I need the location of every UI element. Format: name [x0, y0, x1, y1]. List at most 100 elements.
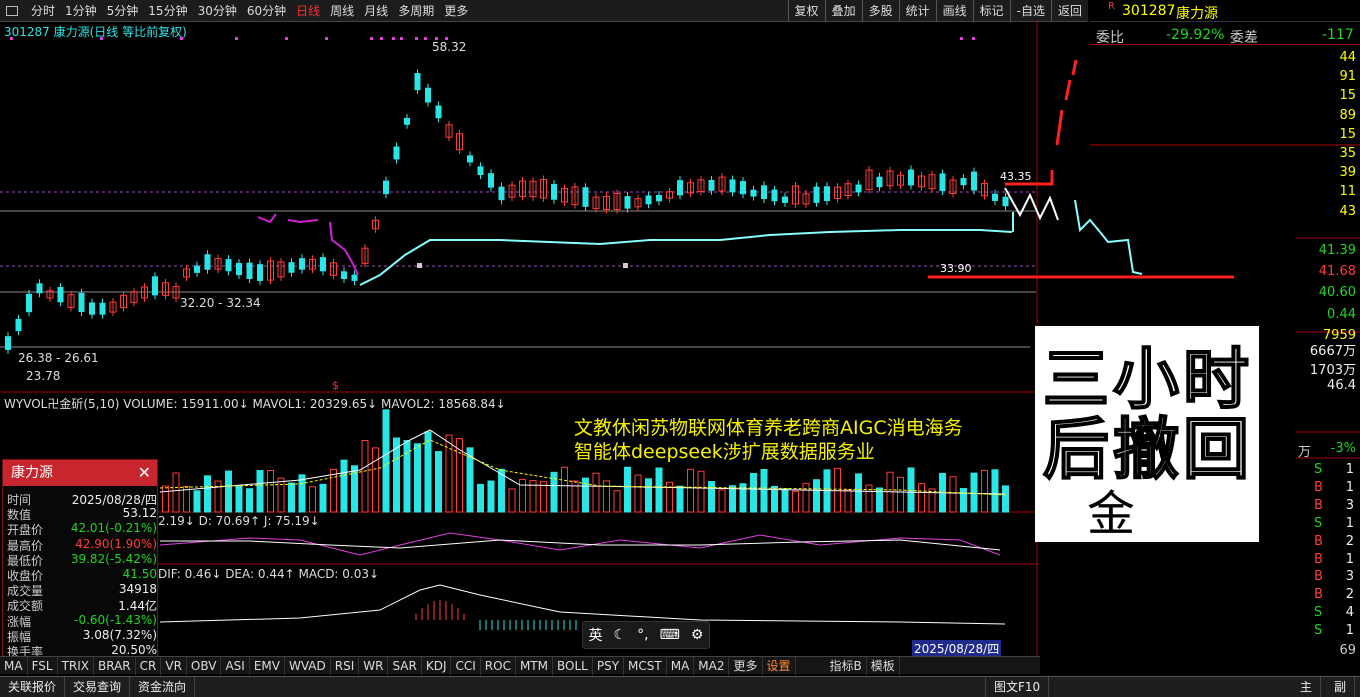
f10-button[interactable]: 图文F10	[985, 676, 1050, 697]
indicator-tab[interactable]: ROC	[481, 656, 516, 675]
volume-bar	[477, 483, 484, 513]
volume-bar	[855, 473, 862, 513]
indicator-tab[interactable]: 设置	[763, 656, 796, 675]
ime-lang[interactable]: 英	[589, 625, 603, 645]
indicator-tab[interactable]: BOLL	[553, 656, 593, 675]
volume-bar	[897, 476, 904, 513]
candle-body	[204, 254, 211, 270]
marker-dot	[235, 37, 238, 40]
volume-bar	[960, 487, 967, 513]
indicator-tab[interactable]: MTM	[516, 656, 553, 675]
candle-body	[414, 73, 421, 91]
range-label-a: 26.38 - 26.61	[18, 351, 99, 365]
indicator-tab[interactable]: SAR	[388, 656, 422, 675]
volume-bar	[645, 478, 652, 513]
trade-qty: 3	[1345, 569, 1354, 585]
indicator-tab[interactable]: PSY	[593, 656, 625, 675]
keyboard-icon[interactable]: ⌨	[660, 627, 680, 643]
volume-bar	[949, 476, 957, 513]
candle-body	[89, 302, 95, 315]
indicator-tab[interactable]: MA	[667, 656, 695, 675]
popup-title: 康力源	[11, 465, 53, 481]
status-button[interactable]: 关联报价	[0, 676, 66, 697]
candle-body	[320, 257, 326, 272]
candle-body	[992, 193, 998, 201]
indicator-tab[interactable]: MCST	[624, 656, 667, 675]
indicator-tab[interactable]: KDJ	[422, 656, 452, 675]
candle-body	[404, 117, 410, 125]
volume-bar	[246, 488, 253, 513]
indicator-tab[interactable]: 指标B	[826, 656, 867, 675]
trade-side: B	[1314, 497, 1323, 513]
order-book-qty: 43	[1339, 203, 1356, 219]
ma-line	[359, 229, 1013, 286]
volume-bar	[834, 467, 841, 513]
candle-body	[78, 292, 85, 313]
volume-bar	[519, 479, 526, 513]
date-marker: 2025/08/28/四	[912, 640, 1002, 657]
indicator-tab[interactable]: OBV	[187, 656, 222, 675]
volume-bar	[330, 468, 337, 513]
sub-button[interactable]: 副	[1326, 676, 1356, 697]
price-value: 40.60	[1318, 285, 1356, 301]
marker-dot	[960, 37, 963, 40]
volume-bar	[918, 483, 925, 513]
candle-body	[488, 173, 494, 188]
indicator-tab[interactable]: TRIX	[58, 656, 94, 675]
candle-body	[225, 259, 232, 272]
popup-value: 42.01(-0.21%)	[70, 521, 157, 536]
main-button[interactable]: 主	[1292, 676, 1322, 697]
indicator-tab[interactable]: 模板	[867, 656, 900, 675]
volume-bar	[813, 479, 820, 513]
volume-bar	[687, 468, 694, 513]
volume-bar	[655, 467, 663, 513]
price-label-d: 33.90	[940, 262, 972, 275]
marker-dot	[415, 37, 418, 40]
indicator-tab[interactable]: BRAR	[94, 656, 136, 675]
candle-body	[645, 195, 652, 205]
low-label: 23.78	[26, 369, 61, 383]
volume-bar	[613, 490, 621, 513]
volume-bar	[414, 443, 421, 513]
candle-body	[908, 169, 914, 186]
indicator-tab[interactable]: VR	[161, 656, 187, 675]
indicator-tab[interactable]: CCI	[451, 656, 481, 675]
status-button[interactable]: 资金流向	[130, 676, 196, 697]
indicator-tab[interactable]: MA	[0, 656, 28, 675]
volume-bar	[162, 485, 169, 513]
trade-side: S	[1314, 515, 1323, 531]
indicator-tab[interactable]: CR	[136, 656, 162, 675]
trade-qty: 1	[1345, 551, 1354, 567]
punct-icon[interactable]: °,	[637, 627, 648, 643]
popup-row: 最低价 39.82(-5.42%)	[7, 552, 157, 568]
gear-icon[interactable]: ⚙	[691, 627, 704, 643]
indicator-tab[interactable]: FSL	[28, 656, 58, 675]
popup-header: 康力源 ✕	[3, 460, 157, 486]
annotation-line-3: 金 十 金	[1087, 486, 1160, 682]
marker	[623, 263, 628, 268]
order-book-qty: 44	[1339, 50, 1356, 65]
indicator-tab[interactable]: 更多	[729, 656, 763, 675]
indicator-tab[interactable]: WR	[359, 656, 389, 675]
drawn-line	[1005, 59, 1078, 186]
indicator-tab[interactable]: EMV	[250, 656, 285, 675]
status-button[interactable]: 交易查询	[65, 676, 131, 697]
popup-row: 收盘价 41.50	[7, 567, 157, 583]
marker-dot	[400, 37, 403, 40]
concept-text-1: 文教休闲苏物联网体育养老跨商AIGC消电海务	[574, 417, 963, 439]
close-icon[interactable]: ✕	[138, 460, 151, 486]
candle-body	[824, 186, 830, 202]
indicator-tab[interactable]: ASI	[221, 656, 250, 675]
volume-bar	[634, 474, 642, 513]
popup-value: 39.82(-5.42%)	[70, 551, 157, 566]
volume-value: 6667万	[1309, 344, 1356, 359]
indicator-tab[interactable]: RSI	[331, 656, 360, 675]
order-book-qty: 15	[1339, 126, 1356, 142]
candle-body	[939, 173, 946, 192]
indicator-tab[interactable]: MA2	[694, 656, 730, 675]
popup-value: -0.60(-1.43%)	[74, 612, 157, 627]
indicator-tab[interactable]: WVAD	[285, 656, 331, 675]
moon-icon[interactable]: ☾	[614, 627, 627, 643]
marker-dot	[972, 37, 975, 40]
candle-body	[5, 336, 11, 350]
